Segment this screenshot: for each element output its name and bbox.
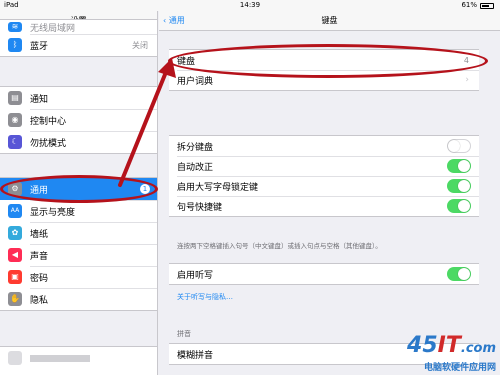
site-watermark: 45IT.com 电脑软硬件应用网: [407, 333, 496, 374]
watermark-logo: 45IT.com: [407, 333, 496, 358]
watermark-text: 电脑软硬件应用网: [423, 363, 496, 373]
annotation-arrow: [118, 58, 176, 187]
